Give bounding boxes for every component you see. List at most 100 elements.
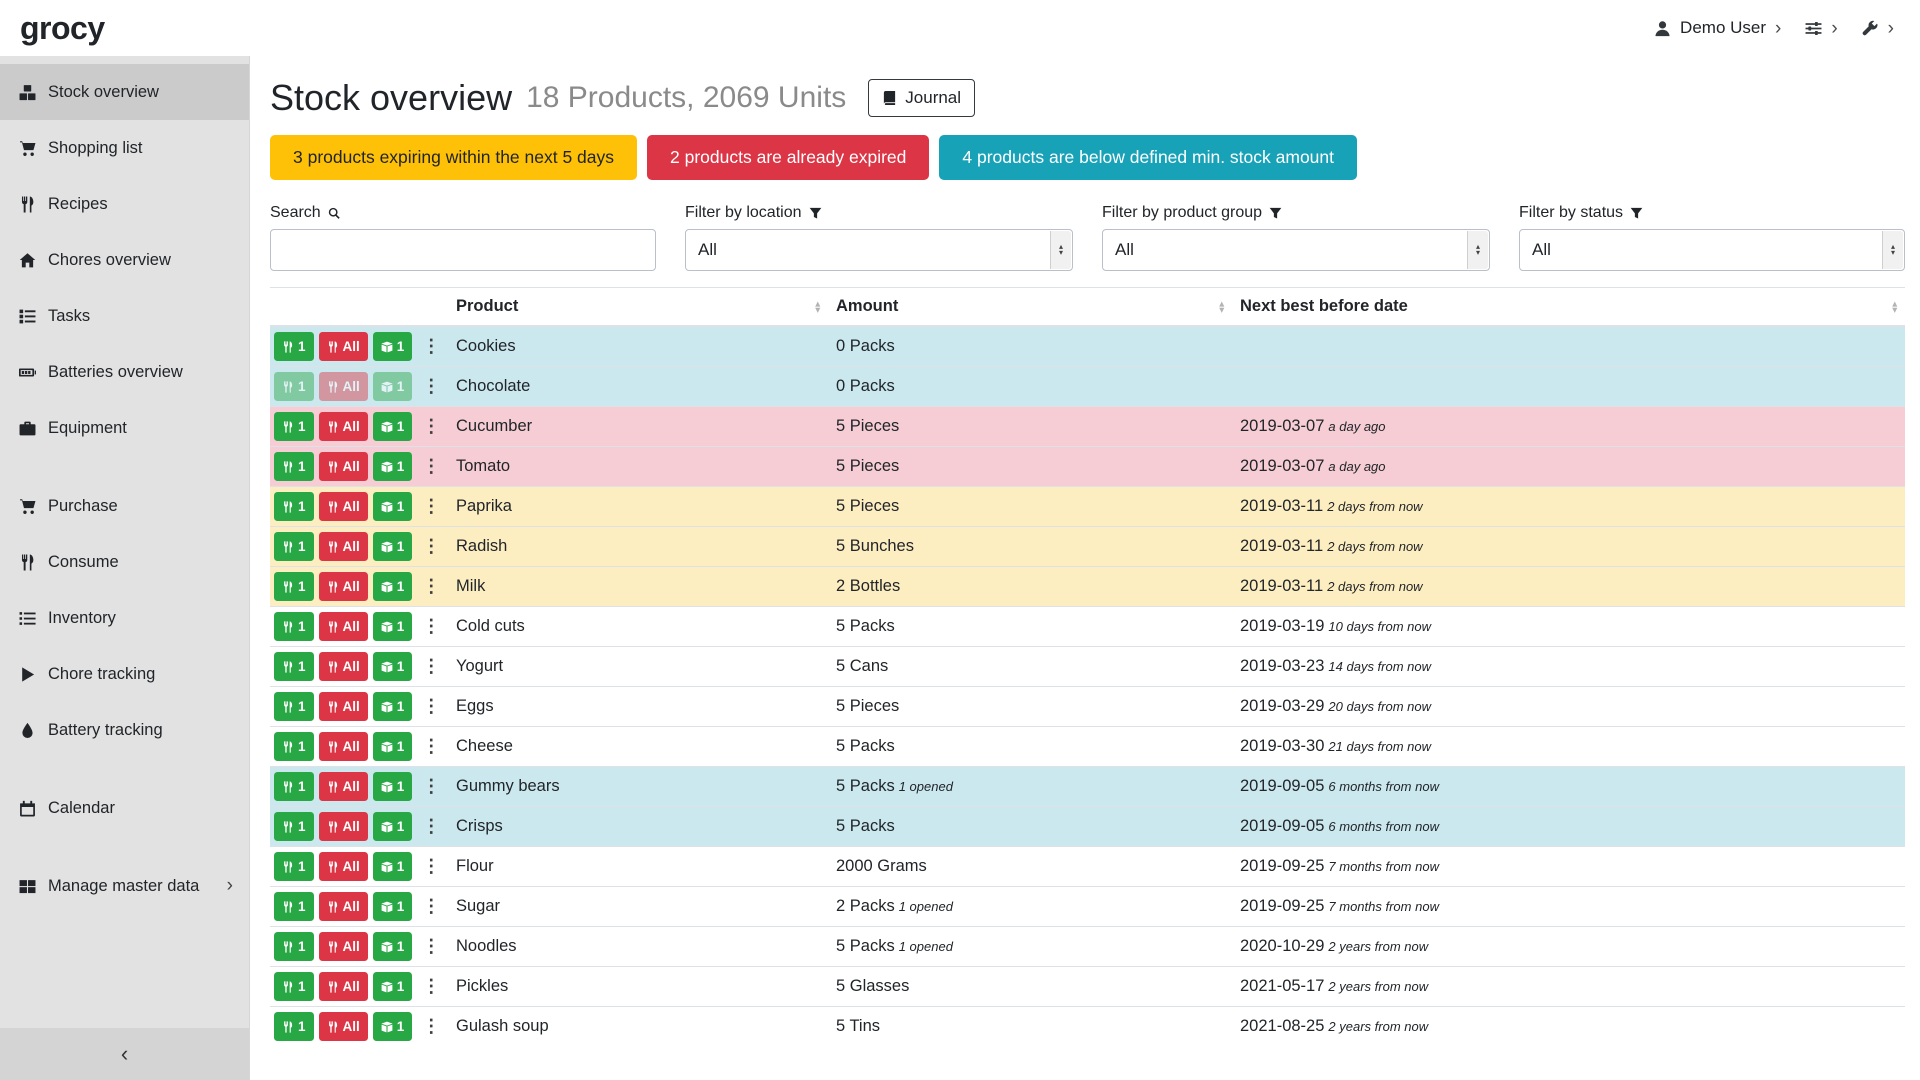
alert-warning[interactable]: 3 products expiring within the next 5 da… (270, 135, 637, 180)
row-menu-button[interactable]: ⋮ (422, 536, 434, 557)
consume-all-button[interactable]: All (319, 972, 368, 1001)
consume-all-button[interactable]: All (319, 772, 368, 801)
consume-one-button[interactable]: 1 (274, 852, 314, 881)
consume-one-button[interactable]: 1 (274, 1012, 314, 1041)
row-menu-button[interactable]: ⋮ (422, 856, 434, 877)
row-menu-button[interactable]: ⋮ (422, 336, 434, 357)
open-one-button[interactable]: 1 (373, 772, 413, 801)
consume-one-button[interactable]: 1 (274, 692, 314, 721)
consume-one-button[interactable]: 1 (274, 612, 314, 641)
consume-all-button[interactable]: All (319, 412, 368, 441)
amount-column-header[interactable]: Amount ▴▾ (828, 288, 1232, 327)
sidebar-item-calendar[interactable]: Calendar (0, 780, 249, 836)
row-menu-button[interactable]: ⋮ (422, 936, 434, 957)
product-column-header[interactable]: Product ▴▾ (448, 288, 828, 327)
consume-all-button[interactable]: All (319, 732, 368, 761)
sidebar-item-batteries-overview[interactable]: Batteries overview (0, 344, 249, 400)
open-one-button[interactable]: 1 (373, 572, 413, 601)
row-menu-button[interactable]: ⋮ (422, 576, 434, 597)
search-input[interactable] (270, 229, 656, 271)
grocy-logo[interactable]: grocy (20, 10, 105, 47)
open-one-button[interactable]: 1 (373, 612, 413, 641)
sidebar-item-chore-tracking[interactable]: Chore tracking (0, 646, 249, 702)
admin-menu[interactable]: › (1862, 19, 1894, 38)
open-one-button[interactable]: 1 (373, 812, 413, 841)
product-group-select[interactable]: All ▴▾ (1102, 229, 1490, 271)
alert-info[interactable]: 4 products are below defined min. stock … (939, 135, 1357, 180)
sidebar-item-inventory[interactable]: Inventory (0, 590, 249, 646)
row-menu-button[interactable]: ⋮ (422, 976, 434, 997)
row-menu-button[interactable]: ⋮ (422, 776, 434, 797)
journal-button[interactable]: Journal (868, 79, 975, 117)
consume-one-button[interactable]: 1 (274, 412, 314, 441)
consume-all-button[interactable]: All (319, 692, 368, 721)
consume-one-button[interactable]: 1 (274, 652, 314, 681)
consume-all-button[interactable]: All (319, 372, 368, 401)
open-one-button[interactable]: 1 (373, 652, 413, 681)
open-one-button[interactable]: 1 (373, 732, 413, 761)
sidebar-item-purchase[interactable]: Purchase (0, 478, 249, 534)
row-menu-button[interactable]: ⋮ (422, 456, 434, 477)
consume-all-button[interactable]: All (319, 652, 368, 681)
consume-one-button[interactable]: 1 (274, 972, 314, 1001)
consume-one-button[interactable]: 1 (274, 452, 314, 481)
row-menu-button[interactable]: ⋮ (422, 616, 434, 637)
sidebar-item-shopping-list[interactable]: Shopping list (0, 120, 249, 176)
open-one-button[interactable]: 1 (373, 692, 413, 721)
row-menu-button[interactable]: ⋮ (422, 736, 434, 757)
sidebar-collapse-button[interactable]: ‹ (0, 1028, 249, 1080)
consume-one-button[interactable]: 1 (274, 932, 314, 961)
sidebar-item-chores-overview[interactable]: Chores overview (0, 232, 249, 288)
consume-all-button[interactable]: All (319, 932, 368, 961)
open-one-button[interactable]: 1 (373, 1012, 413, 1041)
consume-all-button[interactable]: All (319, 1012, 368, 1041)
consume-one-button[interactable]: 1 (274, 732, 314, 761)
open-one-button[interactable]: 1 (373, 412, 413, 441)
row-menu-button[interactable]: ⋮ (422, 696, 434, 717)
open-one-button[interactable]: 1 (373, 972, 413, 1001)
consume-one-button[interactable]: 1 (274, 572, 314, 601)
consume-one-button[interactable]: 1 (274, 372, 314, 401)
consume-all-button[interactable]: All (319, 492, 368, 521)
open-one-button[interactable]: 1 (373, 852, 413, 881)
sidebar-item-equipment[interactable]: Equipment (0, 400, 249, 456)
consume-all-button[interactable]: All (319, 572, 368, 601)
consume-all-button[interactable]: All (319, 812, 368, 841)
consume-all-button[interactable]: All (319, 612, 368, 641)
row-menu-button[interactable]: ⋮ (422, 416, 434, 437)
consume-all-button[interactable]: All (319, 852, 368, 881)
open-one-button[interactable]: 1 (373, 372, 413, 401)
sidebar-item-stock-overview[interactable]: Stock overview (0, 64, 249, 120)
sidebar-item-tasks[interactable]: Tasks (0, 288, 249, 344)
settings-menu[interactable]: › (1805, 19, 1837, 38)
status-select[interactable]: All ▴▾ (1519, 229, 1905, 271)
open-one-button[interactable]: 1 (373, 452, 413, 481)
consume-all-button[interactable]: All (319, 892, 368, 921)
consume-one-button[interactable]: 1 (274, 492, 314, 521)
open-one-button[interactable]: 1 (373, 492, 413, 521)
sidebar-item-recipes[interactable]: Recipes (0, 176, 249, 232)
row-menu-button[interactable]: ⋮ (422, 656, 434, 677)
consume-all-button[interactable]: All (319, 452, 368, 481)
consume-one-button[interactable]: 1 (274, 892, 314, 921)
consume-one-button[interactable]: 1 (274, 772, 314, 801)
open-one-button[interactable]: 1 (373, 332, 413, 361)
consume-one-button[interactable]: 1 (274, 532, 314, 561)
consume-all-button[interactable]: All (319, 332, 368, 361)
row-menu-button[interactable]: ⋮ (422, 376, 434, 397)
consume-one-button[interactable]: 1 (274, 812, 314, 841)
row-menu-button[interactable]: ⋮ (422, 816, 434, 837)
row-menu-button[interactable]: ⋮ (422, 896, 434, 917)
open-one-button[interactable]: 1 (373, 892, 413, 921)
location-select[interactable]: All ▴▾ (685, 229, 1073, 271)
consume-all-button[interactable]: All (319, 532, 368, 561)
date-column-header[interactable]: Next best before date ▴▾ (1232, 288, 1905, 327)
consume-one-button[interactable]: 1 (274, 332, 314, 361)
sidebar-item-battery-tracking[interactable]: Battery tracking (0, 702, 249, 758)
row-menu-button[interactable]: ⋮ (422, 496, 434, 517)
user-menu[interactable]: Demo User › (1654, 18, 1781, 38)
open-one-button[interactable]: 1 (373, 932, 413, 961)
open-one-button[interactable]: 1 (373, 532, 413, 561)
sidebar-item-consume[interactable]: Consume (0, 534, 249, 590)
row-menu-button[interactable]: ⋮ (422, 1016, 434, 1037)
